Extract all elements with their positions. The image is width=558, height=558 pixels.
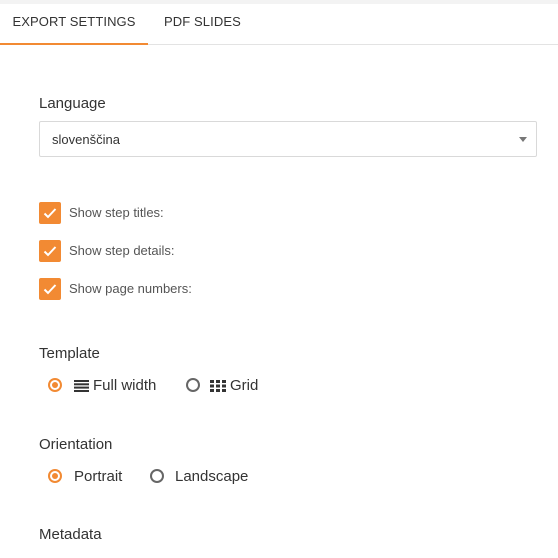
metadata-label: Metadata xyxy=(39,526,102,543)
language-label: Language xyxy=(39,95,106,112)
chevron-down-icon xyxy=(519,137,527,142)
tab-pdf-slides[interactable]: PDF SLIDES xyxy=(164,0,241,44)
radio-grid[interactable] xyxy=(186,378,200,392)
checkbox-checked-icon xyxy=(39,240,61,262)
checkbox-checked-icon xyxy=(39,202,61,224)
checkbox-checked-icon xyxy=(39,278,61,300)
grid-icon xyxy=(210,380,226,392)
radio-label-grid[interactable]: Grid xyxy=(230,377,258,394)
radio-label-landscape[interactable]: Landscape xyxy=(175,468,248,485)
checkbox-label: Show step details: xyxy=(69,243,175,258)
checkbox-label: Show page numbers: xyxy=(69,281,192,296)
language-select[interactable]: slovenščina xyxy=(39,121,537,157)
radio-portrait[interactable] xyxy=(48,469,62,483)
radio-label-portrait[interactable]: Portrait xyxy=(74,468,122,485)
tab-bar: EXPORT SETTINGS PDF SLIDES xyxy=(0,0,558,45)
checkbox-label: Show step titles: xyxy=(69,205,164,220)
radio-full-width[interactable] xyxy=(48,378,62,392)
language-select-value: slovenščina xyxy=(52,132,120,147)
list-icon xyxy=(74,380,89,392)
template-label: Template xyxy=(39,345,100,362)
radio-landscape[interactable] xyxy=(150,469,164,483)
orientation-label: Orientation xyxy=(39,436,113,453)
tab-export-settings[interactable]: EXPORT SETTINGS xyxy=(0,0,148,45)
radio-label-full-width[interactable]: Full width xyxy=(93,377,156,394)
